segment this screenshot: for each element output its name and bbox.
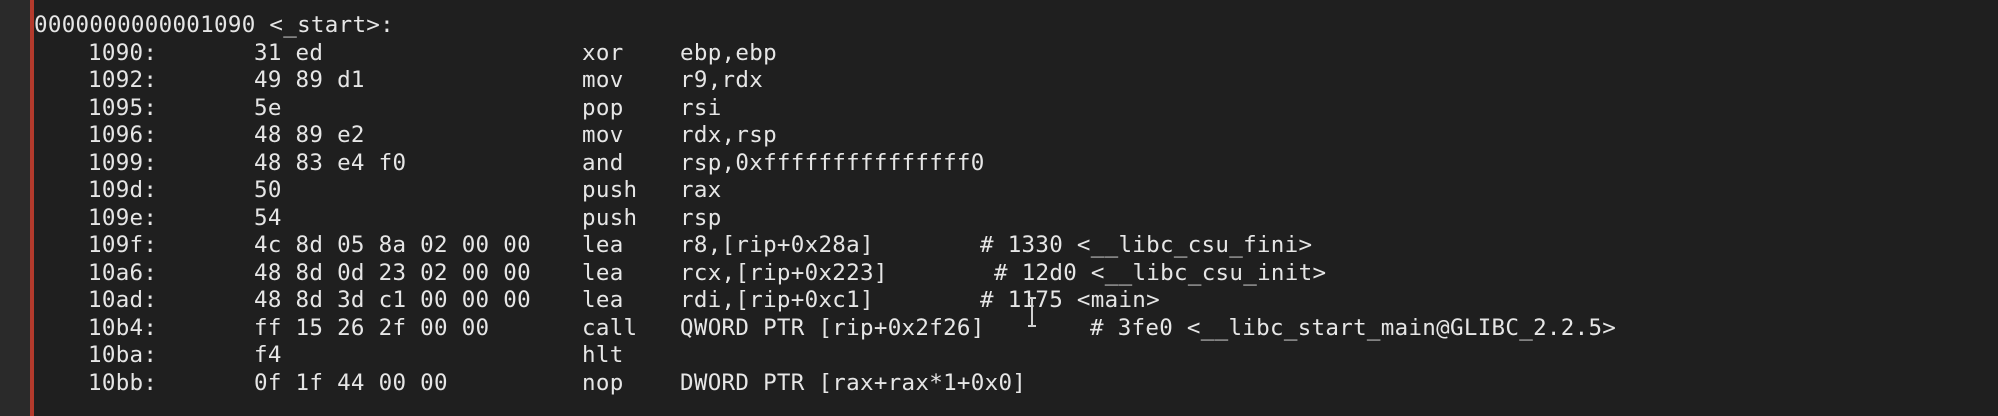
operands: rax [680,177,722,203]
disasm-row: 109f: 4c 8d 05 8a 02 00 00 lea r8,[rip+0… [34,232,1998,260]
address: 10bb: [88,369,158,396]
function-header: 0000000000001090 <_start>: [34,12,394,38]
comment: # 3fe0 <__libc_start_main@GLIBC_2.2.5> [1090,314,1617,341]
operands: rcx,[rip+0x223] [680,259,888,286]
mnemonic: lea [582,259,624,286]
address: 10ba: [88,342,158,368]
mnemonic: xor [582,39,624,66]
operands: r8,[rip+0x28a] [680,232,874,258]
disasm-row: 10bb: 0f 1f 44 00 00 nop DWORD PTR [rax+… [34,370,1998,398]
address: 1090: [88,39,158,66]
address: 109d: [88,177,158,203]
opcode-bytes: 48 8d 0d 23 02 00 00 [254,259,531,286]
operands: rdi,[rip+0xc1] [680,287,874,313]
address: 109e: [88,204,158,231]
gutter [0,0,30,416]
disasm-row: 10a6: 48 8d 0d 23 02 00 00 lea rcx,[rip+… [34,260,1998,288]
function-header-line: 0000000000001090 <_start>: [34,12,1998,40]
mnemonic: call [582,314,638,341]
disasm-row: 1099: 48 83 e4 f0 and rsp,0xffffffffffff… [34,150,1998,178]
comment: # 1175 <main> [980,287,1160,313]
opcode-bytes: ff 15 26 2f 00 00 [254,314,490,341]
disasm-row: 1095: 5e pop rsi [34,95,1998,123]
mnemonic: pop [582,94,624,121]
mnemonic: lea [582,287,624,313]
address: 1092: [88,67,158,93]
address: 10ad: [88,287,158,313]
comment: # 12d0 <__libc_csu_init> [994,259,1327,286]
address: 1096: [88,122,158,148]
address: 1095: [88,94,158,121]
operands: rsp,0xfffffffffffffff0 [680,149,985,176]
operands: r9,rdx [680,67,764,93]
disasm-row: 109e: 54 push rsp [34,205,1998,233]
operands: rdx,rsp [680,122,777,148]
operands: rsi [680,94,722,121]
address: 10a6: [88,259,158,286]
opcode-bytes: 48 8d 3d c1 00 00 00 [254,287,531,313]
opcode-bytes: 48 83 e4 f0 [254,149,407,176]
address: 1099: [88,149,158,176]
opcode-bytes: 31 ed [254,39,324,66]
mnemonic: nop [582,369,624,396]
mnemonic: hlt [582,342,624,368]
mnemonic: push [582,177,638,203]
opcode-bytes: f4 [254,342,282,368]
operands: DWORD PTR [rax+rax*1+0x0] [680,369,1027,396]
mnemonic: push [582,204,638,231]
address: 109f: [88,232,158,258]
opcode-bytes: 50 [254,177,282,203]
operands: ebp,ebp [680,39,777,66]
opcode-bytes: 5e [254,94,282,121]
mnemonic: mov [582,122,624,148]
disasm-row: 1092: 49 89 d1 mov r9,rdx [34,67,1998,95]
mnemonic: lea [582,232,624,258]
disasm-row: 10ba: f4 hlt [34,342,1998,370]
disasm-row: 10ad: 48 8d 3d c1 00 00 00 lea rdi,[rip+… [34,287,1998,315]
address: 10b4: [88,314,158,341]
disasm-row: 109d: 50 push rax [34,177,1998,205]
opcode-bytes: 54 [254,204,282,231]
mnemonic: mov [582,67,624,93]
opcode-bytes: 4c 8d 05 8a 02 00 00 [254,232,531,258]
comment: # 1330 <__libc_csu_fini> [980,232,1313,258]
opcode-bytes: 0f 1f 44 00 00 [254,369,448,396]
disasm-row: 1090: 31 ed xor ebp,ebp [34,40,1998,68]
terminal-window[interactable]: 0000000000001090 <_start>: 1090: 31 ed x… [0,0,1998,416]
disasm-row: 1096: 48 89 e2 mov rdx,rsp [34,122,1998,150]
opcode-bytes: 48 89 e2 [254,122,365,148]
operands: rsp [680,204,722,231]
operands: QWORD PTR [rip+0x2f26] [680,314,985,341]
mnemonic: and [582,149,624,176]
opcode-bytes: 49 89 d1 [254,67,365,93]
disassembly-output[interactable]: 0000000000001090 <_start>: 1090: 31 ed x… [34,12,1998,416]
disasm-row: 10b4: ff 15 26 2f 00 00 call QWORD PTR [… [34,315,1998,343]
